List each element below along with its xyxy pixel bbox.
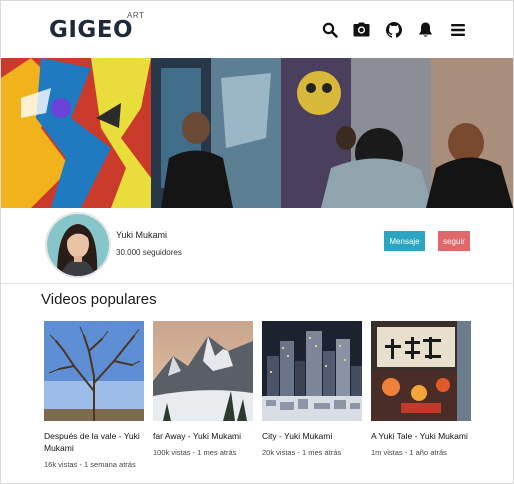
channel-name[interactable]: Yuki Mukami [116, 230, 167, 240]
video-title[interactable]: A Yuki Tale - Yuki Mukami [371, 430, 471, 442]
logo[interactable]: GIGEO ART [49, 11, 144, 45]
video-card[interactable]: far Away - Yuki Mukami 100k vistas - 1 m… [153, 321, 253, 458]
subscriber-count: 30.000 seguidores [116, 248, 182, 257]
video-meta: 1m vistas - 1 año atrás [371, 448, 447, 457]
page: GIGEO ART Yuki Mukami 30.000 seguidores … [0, 0, 514, 484]
video-card[interactable]: Después de la vale - Yuki Mukami 16k vis… [44, 321, 144, 470]
video-grid: Después de la vale - Yuki Mukami 16k vis… [44, 321, 484, 483]
logo-superscript: ART [127, 11, 145, 20]
message-button[interactable]: Mensaje [384, 231, 425, 251]
section-title: Videos populares [41, 291, 157, 308]
menu-icon[interactable] [448, 20, 467, 39]
video-thumbnail[interactable] [153, 321, 253, 421]
video-title[interactable]: City - Yuki Mukami [262, 430, 362, 442]
video-title[interactable]: far Away - Yuki Mukami [153, 430, 253, 442]
video-thumbnail[interactable] [44, 321, 144, 421]
channel-profile-bar: Yuki Mukami 30.000 seguidores Mensaje se… [1, 208, 513, 284]
video-meta: 100k vistas - 1 mes atrás [153, 448, 237, 457]
channel-banner [1, 58, 513, 208]
follow-button[interactable]: seguir [438, 231, 470, 251]
bell-icon[interactable] [416, 20, 435, 39]
video-thumbnail[interactable] [262, 321, 362, 421]
video-card[interactable]: City - Yuki Mukami 20k vistas - 1 mes at… [262, 321, 362, 458]
site-header: GIGEO ART [1, 1, 513, 58]
nav-icons [320, 20, 467, 39]
video-card[interactable]: A Yuki Tale - Yuki Mukami 1m vistas - 1 … [371, 321, 471, 458]
video-thumbnail[interactable] [371, 321, 471, 421]
avatar[interactable] [45, 212, 111, 278]
video-title[interactable]: Después de la vale - Yuki Mukami [44, 430, 144, 454]
github-icon[interactable] [384, 20, 403, 39]
video-meta: 20k vistas - 1 mes atrás [262, 448, 342, 457]
logo-text: GIGEO [49, 17, 134, 43]
search-icon[interactable] [320, 20, 339, 39]
video-meta: 16k vistas - 1 semana atrás [44, 460, 136, 469]
camera-icon[interactable] [352, 20, 371, 39]
